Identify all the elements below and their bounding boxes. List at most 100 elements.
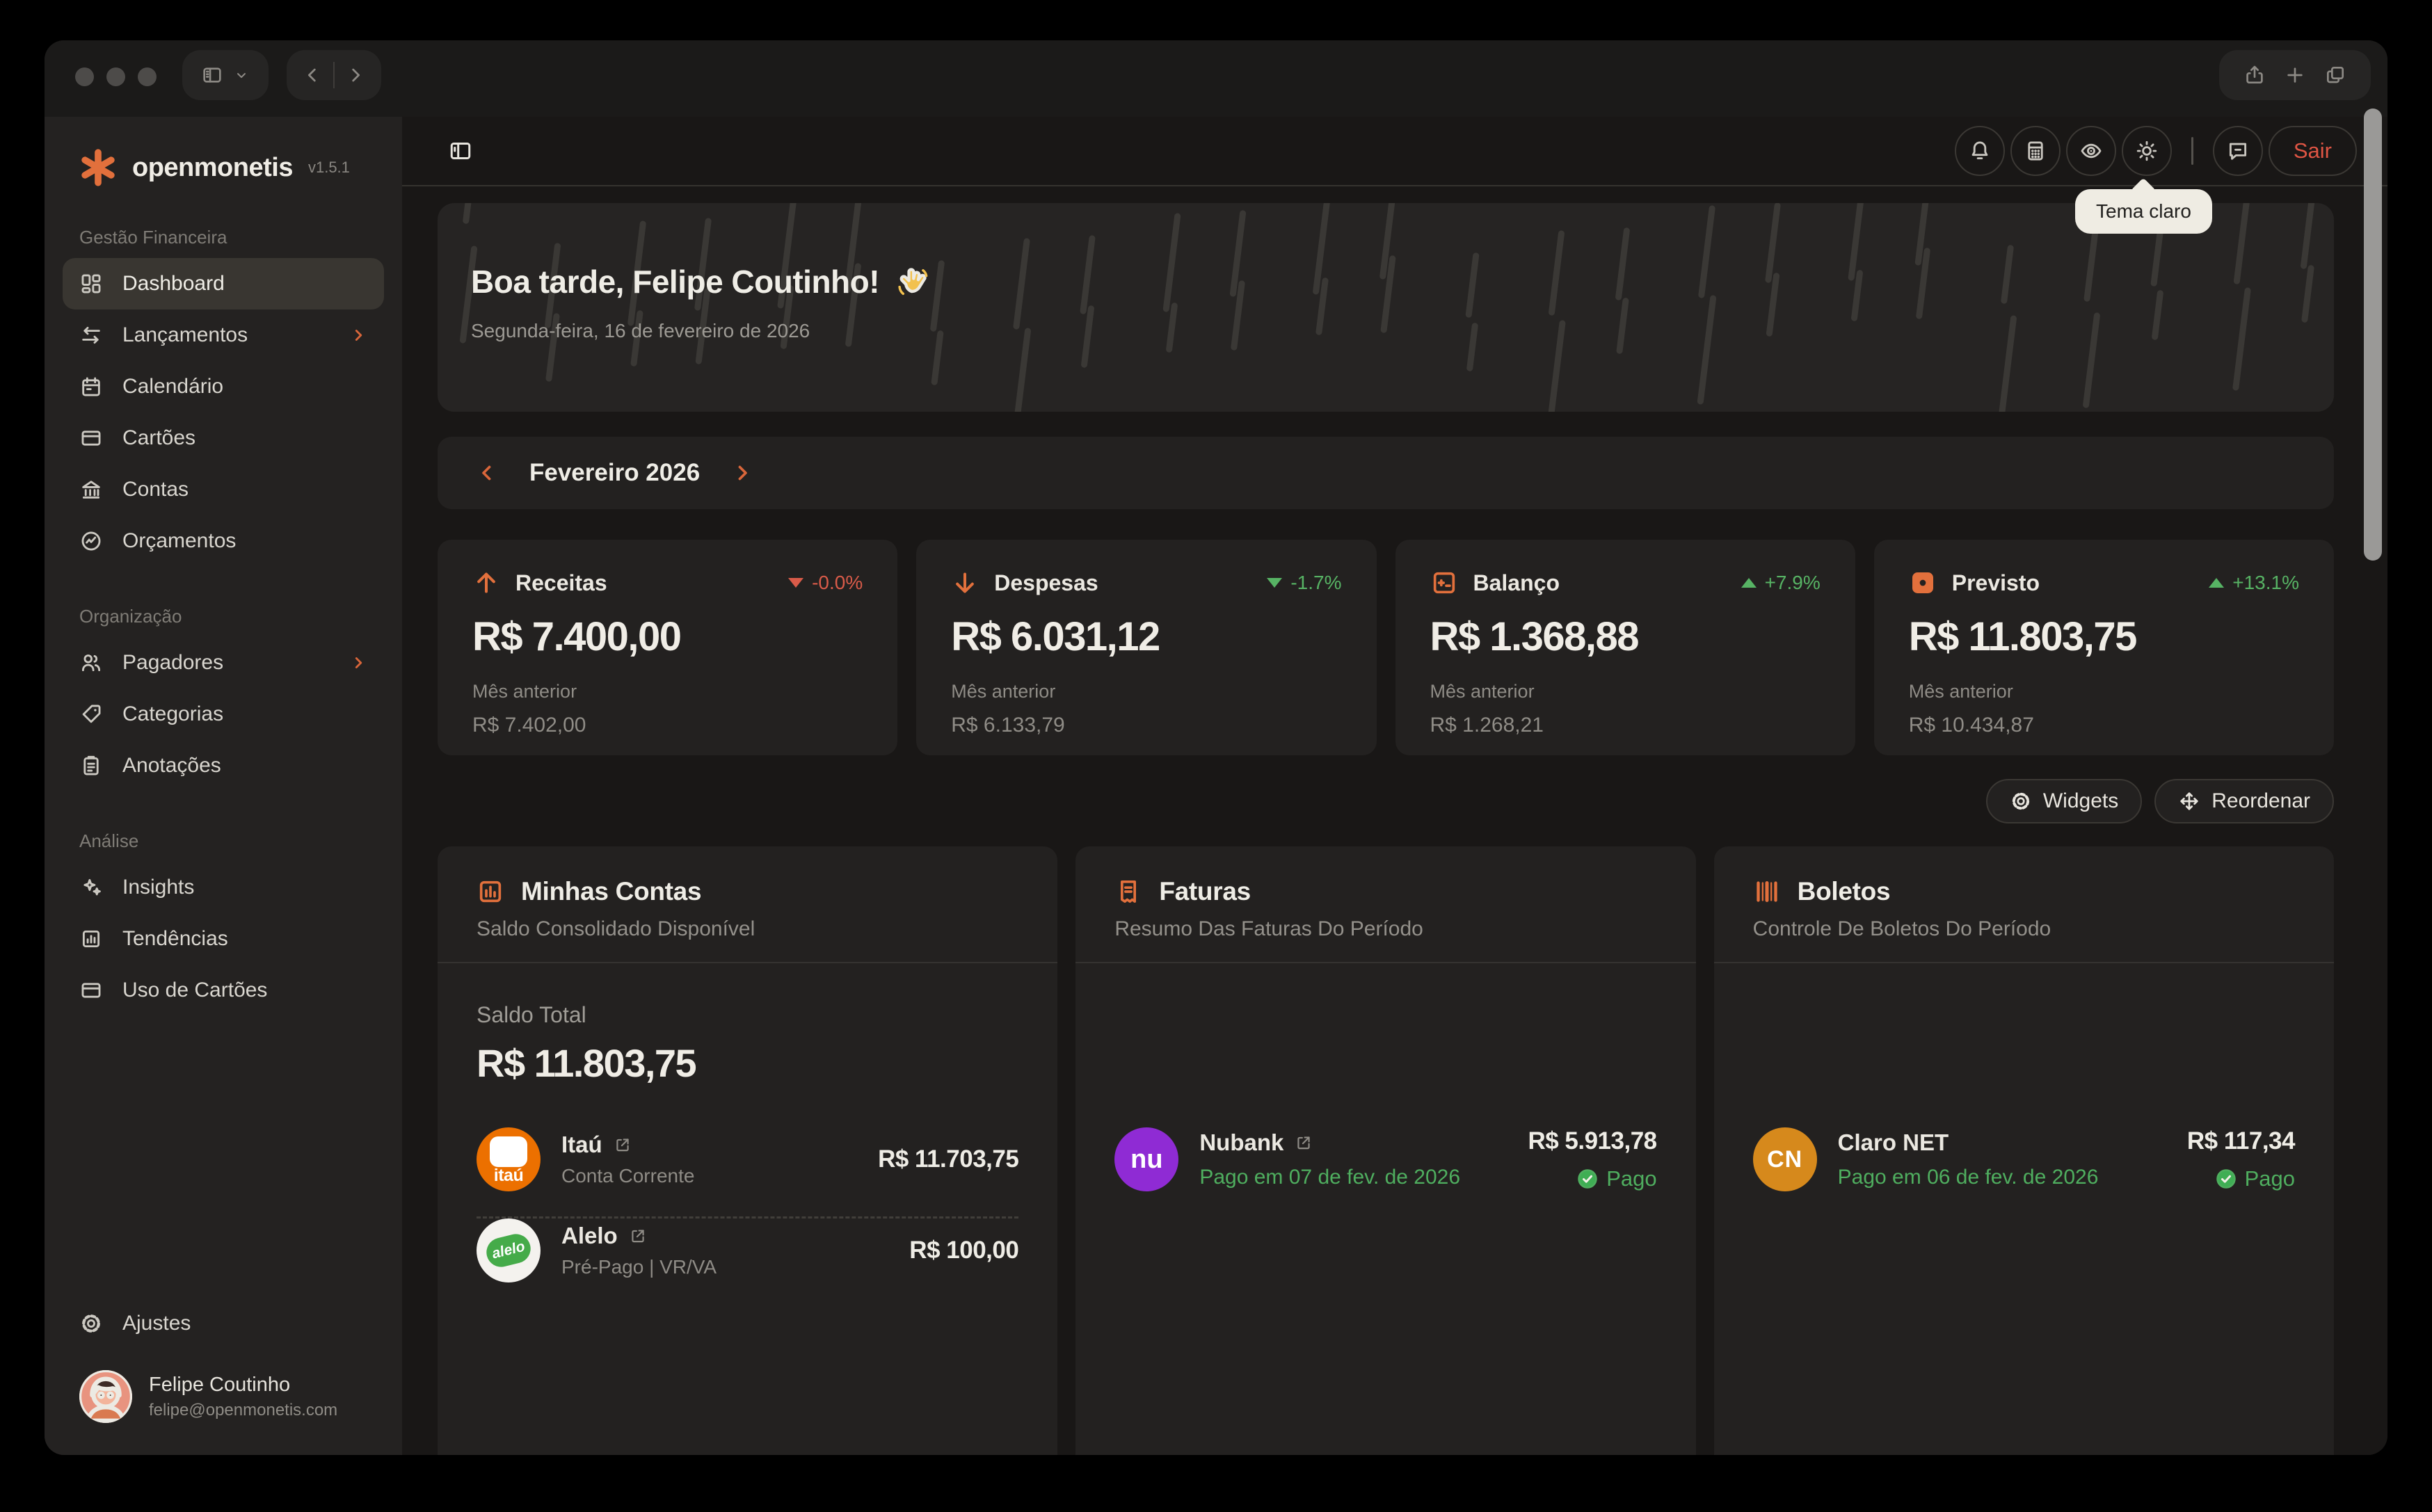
widget-title: Boletos: [1798, 877, 1891, 906]
feedback-chat-icon[interactable]: [2213, 126, 2263, 176]
stat-previous-label: Mês anterior: [1909, 681, 2299, 702]
sidebar-item-anotacoes[interactable]: Anotações: [63, 740, 384, 791]
coin-square-icon: [1909, 569, 1937, 597]
sidebar-item-pagadores[interactable]: Pagadores: [63, 637, 384, 689]
eye-icon[interactable]: [2066, 126, 2116, 176]
account-row-alelo[interactable]: alelo Alelo: [477, 1219, 1018, 1282]
sparkles-icon: [79, 876, 103, 899]
bar-chart-icon: [477, 878, 504, 906]
stat-card-despesas[interactable]: Despesas -1.7% R$ 6.031,12 Mês anterior …: [916, 540, 1376, 755]
sidebar-item-ajustes[interactable]: Ajustes: [63, 1298, 384, 1349]
account-row-itau[interactable]: itaú Itaú: [477, 1127, 1018, 1191]
diff-square-icon: [1430, 569, 1458, 597]
titlebar: [45, 40, 2387, 117]
stat-cards: Receitas -0.0% R$ 7.400,00 Mês anterior …: [438, 540, 2334, 755]
sidebar-collapse-button[interactable]: [442, 133, 479, 169]
sidebar-item-categorias[interactable]: Categorias: [63, 689, 384, 740]
tab-overview-icon[interactable]: [2324, 64, 2346, 86]
logout-button[interactable]: Sair: [2269, 126, 2357, 176]
account-type: Conta Corrente: [561, 1165, 694, 1187]
browser-sidebar-toggle[interactable]: [182, 50, 269, 100]
stat-card-previsto[interactable]: Previsto +13.1% R$ 11.803,75 Mês anterio…: [1874, 540, 2334, 755]
greeting-date: Segunda-feira, 16 de fevereiro de 2026: [471, 320, 2334, 342]
invoice-row-nubank[interactable]: nu Nubank: [1114, 1127, 1656, 1191]
nav-divider: [333, 62, 335, 88]
itau-logo: itaú: [477, 1127, 541, 1191]
theme-tooltip: Tema claro: [2075, 189, 2212, 234]
sidebar-item-cartoes[interactable]: Cartões: [63, 412, 384, 464]
widgets-button[interactable]: Widgets: [1986, 779, 2142, 823]
external-link-icon[interactable]: [629, 1227, 647, 1245]
tag-icon: [79, 702, 103, 726]
sidebar-item-label: Pagadores: [122, 651, 223, 675]
sidebar-section-label: Organização: [79, 606, 384, 627]
dashboard-grid-icon: [79, 272, 103, 296]
stat-previous-value: R$ 6.133,79: [951, 714, 1341, 737]
bell-icon[interactable]: [1955, 126, 2005, 176]
trend-doc-icon: [79, 927, 103, 951]
stat-delta: -1.7%: [1267, 572, 1341, 594]
sidebar-item-label: Lançamentos: [122, 323, 248, 347]
close-window-button[interactable]: [75, 67, 94, 86]
account-amount: R$ 100,00: [909, 1237, 1018, 1264]
sidebar-item-label: Tendências: [122, 927, 228, 951]
account-name: Alelo: [561, 1223, 618, 1249]
note-icon: [79, 754, 103, 778]
sidebar-item-contas[interactable]: Contas: [63, 464, 384, 515]
app-name: openmonetis: [132, 153, 293, 183]
scrollbar-thumb[interactable]: [2364, 108, 2382, 561]
sidebar-item-dashboard[interactable]: Dashboard: [63, 258, 384, 309]
month-label: Fevereiro 2026: [529, 459, 700, 487]
sidebar-item-insights[interactable]: Insights: [63, 862, 384, 913]
sidebar-item-uso-de-cartoes[interactable]: Uso de Cartões: [63, 965, 384, 1016]
stat-delta: -0.0%: [788, 572, 863, 594]
widgets-button-label: Widgets: [2043, 789, 2118, 813]
sidebar-nav-analise: Insights Tendências Uso de Cartões: [63, 862, 384, 1016]
stat-value: R$ 6.031,12: [951, 613, 1341, 660]
chevron-right-icon: [349, 326, 367, 344]
invoice-paid-date: Pago em 07 de fev. de 2026: [1199, 1166, 1460, 1189]
header-actions: Sair: [1955, 126, 2357, 176]
external-link-icon[interactable]: [614, 1136, 632, 1154]
bill-amount: R$ 117,34: [2187, 1127, 2295, 1155]
triangle-up-icon: [1741, 578, 1757, 588]
sidebar-nav-organizacao: Pagadores Categorias Anotações: [63, 637, 384, 791]
sidebar-item-orcamentos[interactable]: Orçamentos: [63, 515, 384, 567]
stat-card-balanco[interactable]: Balanço +7.9% R$ 1.368,88 Mês anterior R…: [1395, 540, 1855, 755]
reorder-button[interactable]: Reordenar: [2154, 779, 2334, 823]
previous-month-icon[interactable]: [475, 461, 499, 485]
sidebar-item-lancamentos[interactable]: Lançamentos: [63, 309, 384, 361]
user-profile[interactable]: Felipe Coutinho felipe@openmonetis.com: [63, 1349, 384, 1423]
calculator-icon[interactable]: [2010, 126, 2061, 176]
widget-title: Faturas: [1159, 877, 1251, 906]
traffic-lights: [75, 67, 157, 86]
sun-icon[interactable]: [2122, 126, 2172, 176]
stat-value: R$ 7.400,00: [472, 613, 863, 660]
reorder-button-label: Reordenar: [2211, 789, 2310, 813]
sidebar-item-label: Uso de Cartões: [122, 979, 267, 1002]
back-icon[interactable]: [301, 64, 323, 86]
forward-icon[interactable]: [344, 64, 367, 86]
sidebar-item-label: Insights: [122, 876, 194, 899]
zoom-window-button[interactable]: [138, 67, 157, 86]
receipt-icon: [1114, 878, 1142, 906]
sidebar-item-calendario[interactable]: Calendário: [63, 361, 384, 412]
gear-icon: [79, 1312, 103, 1335]
new-tab-icon[interactable]: [2284, 64, 2306, 86]
stat-previous-value: R$ 1.268,21: [1430, 714, 1821, 737]
stat-previous-value: R$ 10.434,87: [1909, 714, 2299, 737]
next-month-icon[interactable]: [730, 461, 754, 485]
claro-net-logo: CN: [1753, 1127, 1817, 1191]
bill-row-claro-net[interactable]: CN Claro NET Pago em 06 de fev. de 2026: [1753, 1127, 2295, 1191]
minimize-window-button[interactable]: [106, 67, 125, 86]
stat-title: Balanço: [1473, 570, 1560, 596]
stat-card-receitas[interactable]: Receitas -0.0% R$ 7.400,00 Mês anterior …: [438, 540, 897, 755]
bill-paid-date: Pago em 06 de fev. de 2026: [1838, 1166, 2099, 1189]
sidebar-item-tendencias[interactable]: Tendências: [63, 913, 384, 965]
calendar-icon: [79, 375, 103, 399]
asterisk-logo-icon: [78, 147, 118, 188]
external-link-icon[interactable]: [1295, 1134, 1313, 1152]
total-label: Saldo Total: [477, 1002, 1018, 1028]
app-window: openmonetis v1.5.1 Gestão Financeira Das…: [45, 40, 2387, 1455]
share-icon[interactable]: [2243, 64, 2266, 86]
